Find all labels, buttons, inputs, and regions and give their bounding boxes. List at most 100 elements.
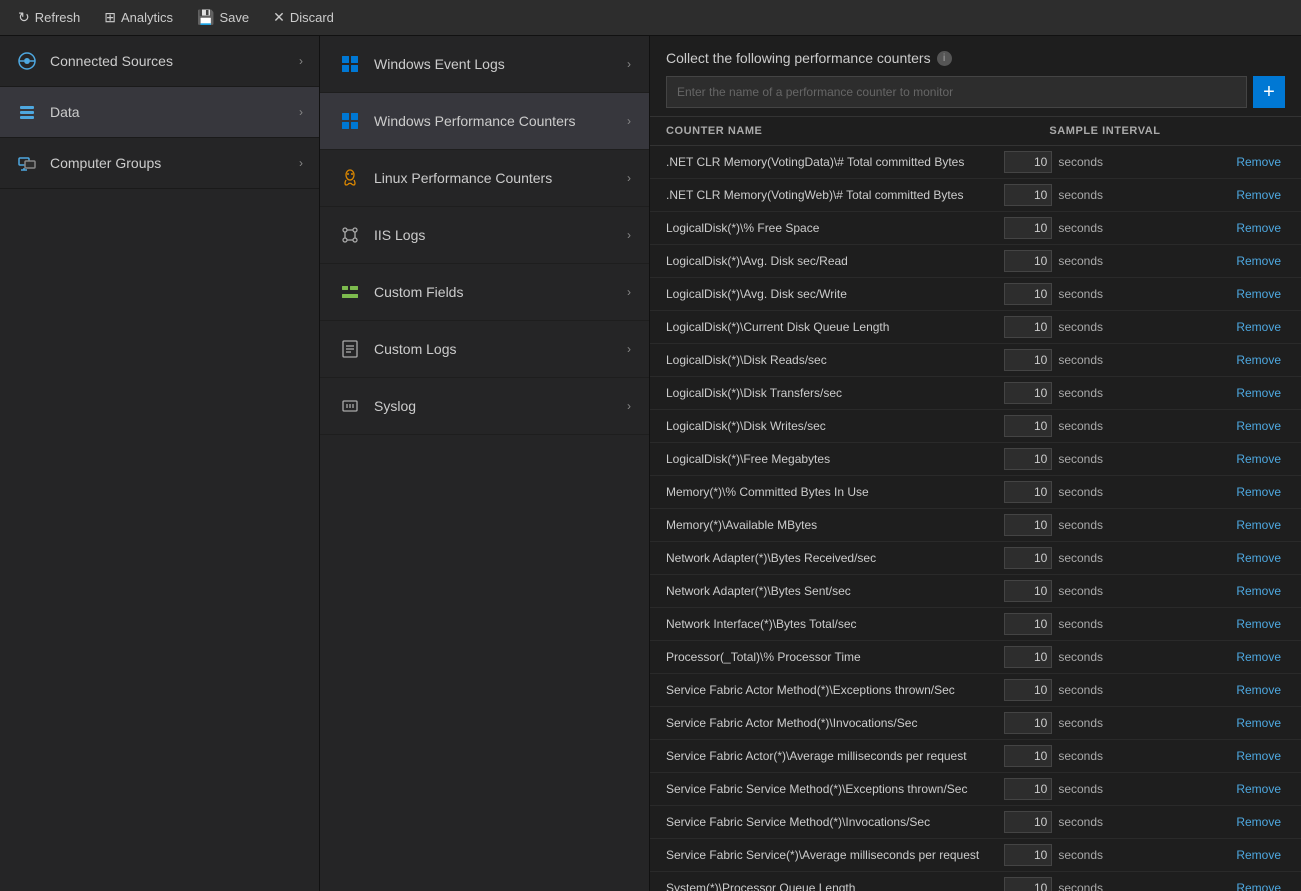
menu-item-windows-event-logs[interactable]: Windows Event Logs ›	[320, 36, 649, 93]
interval-input[interactable]	[1004, 316, 1052, 338]
remove-button[interactable]: Remove	[1232, 188, 1285, 202]
sidebar-item-data[interactable]: Data ›	[0, 87, 319, 138]
counter-interval-cell: seconds	[1004, 349, 1224, 371]
interval-input[interactable]	[1004, 679, 1052, 701]
counter-name-cell: LogicalDisk(*)\Current Disk Queue Length	[666, 320, 1004, 334]
counter-row: LogicalDisk(*)\Avg. Disk sec/Readseconds…	[650, 245, 1301, 278]
interval-input[interactable]	[1004, 481, 1052, 503]
seconds-label: seconds	[1058, 155, 1103, 169]
counter-row: Service Fabric Service Method(*)\Excepti…	[650, 773, 1301, 806]
seconds-label: seconds	[1058, 386, 1103, 400]
remove-button[interactable]: Remove	[1232, 485, 1285, 499]
counters-list: .NET CLR Memory(VotingData)\# Total comm…	[650, 146, 1301, 891]
remove-button[interactable]: Remove	[1232, 254, 1285, 268]
counter-row: Service Fabric Actor(*)\Average millisec…	[650, 740, 1301, 773]
remove-button[interactable]: Remove	[1232, 386, 1285, 400]
connected-sources-label: Connected Sources	[50, 53, 173, 69]
counter-name-cell: Service Fabric Actor Method(*)\Invocatio…	[666, 716, 1004, 730]
search-input[interactable]	[666, 76, 1247, 108]
interval-input[interactable]	[1004, 415, 1052, 437]
seconds-label: seconds	[1058, 848, 1103, 862]
interval-input[interactable]	[1004, 448, 1052, 470]
interval-input[interactable]	[1004, 514, 1052, 536]
counter-name-cell: Network Adapter(*)\Bytes Sent/sec	[666, 584, 1004, 598]
menu-item-linux-perf-counters[interactable]: Linux Performance Counters ›	[320, 150, 649, 207]
seconds-label: seconds	[1058, 452, 1103, 466]
menu-item-syslog[interactable]: Syslog ›	[320, 378, 649, 435]
counter-row: LogicalDisk(*)\Disk Transfers/secseconds…	[650, 377, 1301, 410]
interval-input[interactable]	[1004, 877, 1052, 891]
seconds-label: seconds	[1058, 815, 1103, 829]
remove-button[interactable]: Remove	[1232, 683, 1285, 697]
iis-logs-icon	[338, 223, 362, 247]
remove-button[interactable]: Remove	[1232, 518, 1285, 532]
interval-input[interactable]	[1004, 250, 1052, 272]
sidebar-item-computer-groups[interactable]: Computer Groups ›	[0, 138, 319, 189]
seconds-label: seconds	[1058, 683, 1103, 697]
menu-item-windows-perf-counters[interactable]: Windows Performance Counters ›	[320, 93, 649, 150]
custom-logs-chevron: ›	[627, 342, 631, 356]
counter-name-cell: Service Fabric Actor Method(*)\Exception…	[666, 683, 1004, 697]
windows-event-logs-chevron: ›	[627, 57, 631, 71]
toolbar: ↻ Refresh ⊞ Analytics 💾 Save ✕ Discard	[0, 0, 1301, 36]
remove-button[interactable]: Remove	[1232, 617, 1285, 631]
right-header: Collect the following performance counte…	[650, 36, 1301, 117]
interval-input[interactable]	[1004, 580, 1052, 602]
discard-button[interactable]: ✕ Discard	[263, 5, 344, 30]
remove-button[interactable]: Remove	[1232, 815, 1285, 829]
remove-button[interactable]: Remove	[1232, 782, 1285, 796]
remove-button[interactable]: Remove	[1232, 320, 1285, 334]
remove-button[interactable]: Remove	[1232, 452, 1285, 466]
analytics-button[interactable]: ⊞ Analytics	[94, 5, 183, 30]
remove-button[interactable]: Remove	[1232, 353, 1285, 367]
menu-item-custom-logs[interactable]: Custom Logs ›	[320, 321, 649, 378]
interval-input[interactable]	[1004, 778, 1052, 800]
seconds-label: seconds	[1058, 617, 1103, 631]
interval-input[interactable]	[1004, 349, 1052, 371]
add-counter-button[interactable]: +	[1253, 76, 1285, 108]
menu-item-custom-fields[interactable]: Custom Fields ›	[320, 264, 649, 321]
remove-button[interactable]: Remove	[1232, 584, 1285, 598]
seconds-label: seconds	[1058, 287, 1103, 301]
custom-fields-chevron: ›	[627, 285, 631, 299]
seconds-label: seconds	[1058, 584, 1103, 598]
custom-fields-icon	[338, 280, 362, 304]
interval-input[interactable]	[1004, 712, 1052, 734]
remove-button[interactable]: Remove	[1232, 221, 1285, 235]
refresh-button[interactable]: ↻ Refresh	[8, 5, 90, 30]
iis-logs-chevron: ›	[627, 228, 631, 242]
remove-button[interactable]: Remove	[1232, 155, 1285, 169]
interval-input[interactable]	[1004, 283, 1052, 305]
remove-button[interactable]: Remove	[1232, 419, 1285, 433]
interval-input[interactable]	[1004, 382, 1052, 404]
remove-button[interactable]: Remove	[1232, 650, 1285, 664]
interval-input[interactable]	[1004, 844, 1052, 866]
counter-name-header: COUNTER NAME	[666, 125, 995, 137]
remove-button[interactable]: Remove	[1232, 287, 1285, 301]
save-button[interactable]: 💾 Save	[187, 5, 259, 30]
counter-row: LogicalDisk(*)\Disk Writes/secsecondsRem…	[650, 410, 1301, 443]
interval-input[interactable]	[1004, 613, 1052, 635]
info-icon[interactable]: i	[937, 51, 952, 66]
seconds-label: seconds	[1058, 782, 1103, 796]
interval-input[interactable]	[1004, 745, 1052, 767]
save-icon: 💾	[197, 9, 214, 26]
interval-input[interactable]	[1004, 811, 1052, 833]
remove-button[interactable]: Remove	[1232, 749, 1285, 763]
refresh-icon: ↻	[18, 9, 30, 26]
remove-button[interactable]: Remove	[1232, 716, 1285, 730]
counter-row: LogicalDisk(*)\Avg. Disk sec/Writesecond…	[650, 278, 1301, 311]
remove-button[interactable]: Remove	[1232, 848, 1285, 862]
counter-row: Memory(*)\Available MBytessecondsRemove	[650, 509, 1301, 542]
sidebar-item-connected-sources[interactable]: Connected Sources ›	[0, 36, 319, 87]
remove-button[interactable]: Remove	[1232, 551, 1285, 565]
linux-perf-counters-label: Linux Performance Counters	[374, 170, 552, 186]
interval-input[interactable]	[1004, 547, 1052, 569]
interval-input[interactable]	[1004, 217, 1052, 239]
menu-item-iis-logs[interactable]: IIS Logs ›	[320, 207, 649, 264]
interval-input[interactable]	[1004, 646, 1052, 668]
interval-input[interactable]	[1004, 151, 1052, 173]
interval-input[interactable]	[1004, 184, 1052, 206]
counter-name-cell: LogicalDisk(*)\Disk Writes/sec	[666, 419, 1004, 433]
remove-button[interactable]: Remove	[1232, 881, 1285, 891]
